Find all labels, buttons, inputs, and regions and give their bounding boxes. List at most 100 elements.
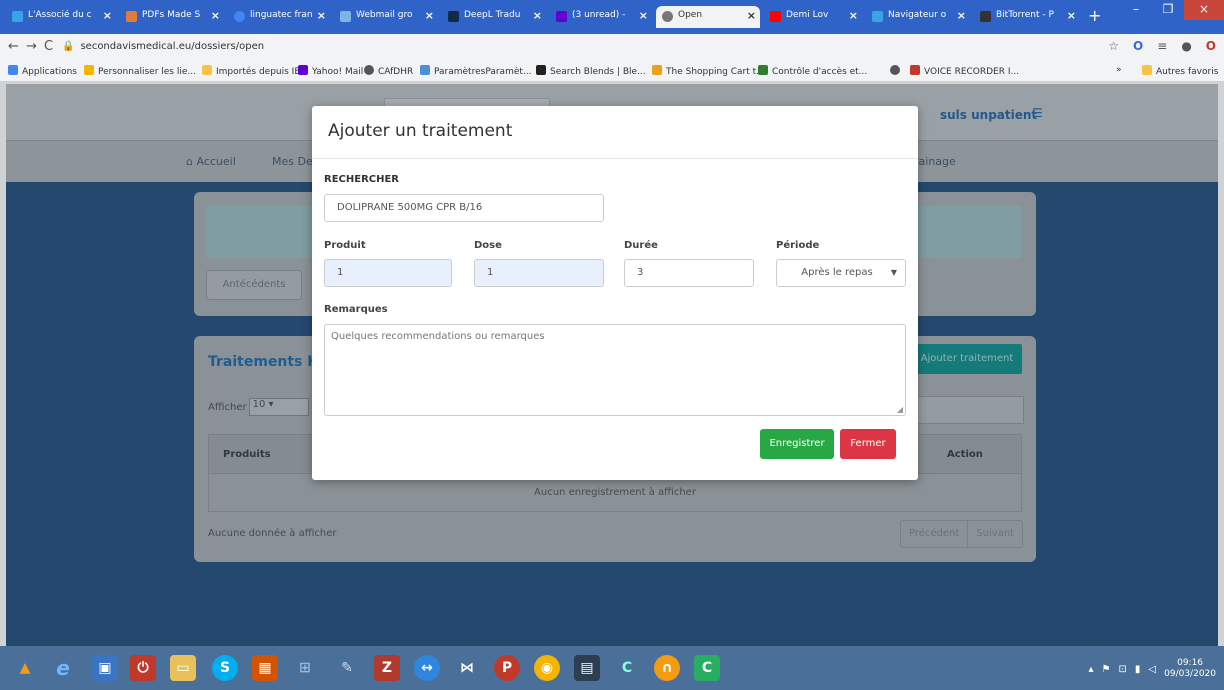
browser-tab-1[interactable]: L'Associé du c × [6, 6, 116, 28]
resize-grip-icon[interactable]: ◢ [897, 405, 903, 414]
pdf-app-icon[interactable]: P [494, 655, 520, 681]
user-name[interactable]: suls unpatient [940, 108, 1037, 122]
bookmark-voice-recorder[interactable]: VOICE RECORDER I... [910, 65, 1019, 77]
browser-tab-10[interactable]: BitTorrent - P × [974, 6, 1080, 28]
file-explorer-icon[interactable]: ▭ [170, 655, 196, 681]
minimize-icon[interactable]: – [1120, 0, 1152, 20]
profile-icon[interactable]: ● [1181, 39, 1191, 53]
close-tab-icon[interactable]: × [211, 9, 220, 22]
filezilla-icon[interactable]: Z [374, 655, 400, 681]
paint-icon[interactable]: ✎ [334, 655, 360, 681]
visual-studio-icon[interactable]: ⋈ [454, 655, 480, 681]
skype-icon[interactable]: S [212, 655, 238, 681]
network-tray-icon[interactable]: ⊡ [1119, 664, 1127, 675]
tray-arrow-icon[interactable]: ▴ [1089, 664, 1094, 675]
bookmark-parametres[interactable]: ParamètresParamèt... [420, 65, 531, 77]
modal-divider [312, 158, 918, 159]
bookmark-label: The Shopping Cart t... [666, 67, 765, 77]
reload-icon[interactable]: C [44, 39, 53, 54]
close-tab-icon[interactable]: × [533, 9, 542, 22]
opera-icon[interactable]: O [1206, 39, 1216, 53]
next-button[interactable]: Suivant [967, 521, 1022, 547]
table-filter-input[interactable] [912, 396, 1024, 424]
nav-home[interactable]: ⌂ Accueil [186, 155, 236, 168]
forward-icon[interactable]: → [26, 39, 37, 54]
browser-tab-active[interactable]: Open × [656, 6, 760, 28]
volume-icon[interactable]: ◁ [1148, 664, 1156, 675]
browser-tab-3[interactable]: linguatec fran × [228, 6, 330, 28]
medication-search-input[interactable]: DOLIPRANE 500MG CPR B/16 [324, 194, 604, 222]
browser-tab-8[interactable]: Demi Lov × [764, 6, 862, 28]
flag-icon[interactable]: ⚑ [1102, 664, 1111, 675]
url-field[interactable]: 🔒 secondavismedical.eu/dossiers/open [62, 41, 264, 52]
duration-input[interactable]: 3 [624, 259, 754, 287]
clock[interactable]: 09:16 09/03/2020 [1164, 658, 1216, 680]
browser-tab-2[interactable]: PDFs Made S × [120, 6, 224, 28]
remarks-textarea[interactable]: Quelques recommendations ou remarques ◢ [324, 324, 906, 416]
bookmark-yahoo[interactable]: Yahoo! Mail [298, 65, 363, 77]
column-action[interactable]: Action [947, 449, 983, 460]
globe-icon [662, 11, 673, 22]
browser-tab-9[interactable]: Navigateur o × [866, 6, 970, 28]
vlc-icon[interactable]: ▲ [12, 655, 38, 681]
bookmark-controle-acces[interactable]: Contrôle d'accès et... [758, 65, 867, 77]
close-tab-icon[interactable]: × [1067, 9, 1076, 22]
dose-input[interactable]: 1 [474, 259, 604, 287]
close-tab-icon[interactable]: × [425, 9, 434, 22]
teamviewer-icon[interactable]: ↔ [414, 655, 440, 681]
folder-icon [202, 65, 212, 75]
close-window-icon[interactable]: × [1184, 0, 1224, 20]
youtube-icon [770, 11, 781, 22]
menu-lines-icon[interactable]: ≡ [1157, 39, 1167, 53]
close-tab-icon[interactable]: × [849, 9, 858, 22]
bookmark-globe[interactable] [890, 65, 904, 77]
tab-antecedents[interactable]: Antécédents [206, 270, 302, 300]
bookmark-applications[interactable]: Applications [8, 65, 77, 77]
bookmark-shopping-cart[interactable]: The Shopping Cart t... [652, 65, 765, 77]
network-icon[interactable]: ⊞ [292, 655, 318, 681]
period-select[interactable]: Après le repas ▼ [776, 259, 906, 287]
power-icon[interactable]: ⏻ [130, 655, 156, 681]
save-button[interactable]: Enregistrer [760, 429, 834, 459]
close-tab-icon[interactable]: × [103, 9, 112, 22]
menu-list-icon[interactable]: ☰ [1032, 106, 1043, 120]
browser-tab-4[interactable]: Webmail gro × [334, 6, 438, 28]
close-tab-icon[interactable]: × [639, 9, 648, 22]
nav-parrainage[interactable]: rainage [914, 155, 956, 168]
bookmark-importes[interactable]: Importés depuis IE [202, 65, 300, 77]
new-tab-button[interactable]: + [1088, 6, 1101, 25]
internet-explorer-icon[interactable]: e [50, 655, 76, 681]
restore-icon[interactable]: ❐ [1152, 0, 1184, 20]
favicon-icon [448, 11, 459, 22]
bookmark-search-blends[interactable]: Search Blends | Ble... [536, 65, 646, 77]
favicon-icon [872, 11, 883, 22]
app-icon[interactable]: ▣ [92, 655, 118, 681]
headphones-icon[interactable]: ∩ [654, 655, 680, 681]
previous-button[interactable]: Précédent [901, 521, 967, 547]
calendar-icon[interactable]: ▦ [252, 655, 278, 681]
bookmark-other[interactable]: Autres favoris [1142, 65, 1218, 77]
close-tab-icon[interactable]: × [747, 9, 756, 22]
app-c-icon[interactable]: C [614, 655, 640, 681]
entries-select[interactable]: 10 ▾ [248, 398, 309, 416]
nav-mes-dossiers[interactable]: Mes De [272, 155, 313, 168]
product-input[interactable]: 1 [324, 259, 452, 287]
more-bookmarks-button[interactable]: » [1116, 65, 1122, 75]
back-icon[interactable]: ← [8, 39, 19, 54]
tab-label: Webmail gro [356, 10, 413, 20]
app-green-icon[interactable]: C [694, 655, 720, 681]
close-tab-icon[interactable]: × [957, 9, 966, 22]
close-button[interactable]: Fermer [840, 429, 896, 459]
add-treatment-button[interactable]: Ajouter traitement [912, 344, 1022, 374]
column-produits[interactable]: Produits [223, 449, 271, 460]
signal-icon[interactable]: ▮ [1135, 664, 1141, 675]
extension-icon[interactable]: O [1133, 39, 1143, 53]
browser-tab-5[interactable]: DeepL Tradu × [442, 6, 546, 28]
bookmark-cafdhr[interactable]: CAfDHR [364, 65, 413, 77]
star-icon[interactable]: ☆ [1108, 39, 1119, 53]
app-window-icon[interactable]: ▤ [574, 655, 600, 681]
bookmark-personnaliser[interactable]: Personnaliser les lie... [84, 65, 196, 77]
close-tab-icon[interactable]: × [317, 9, 326, 22]
chrome-icon[interactable]: ◉ [534, 655, 560, 681]
browser-tab-6[interactable]: (3 unread) - × [550, 6, 652, 28]
